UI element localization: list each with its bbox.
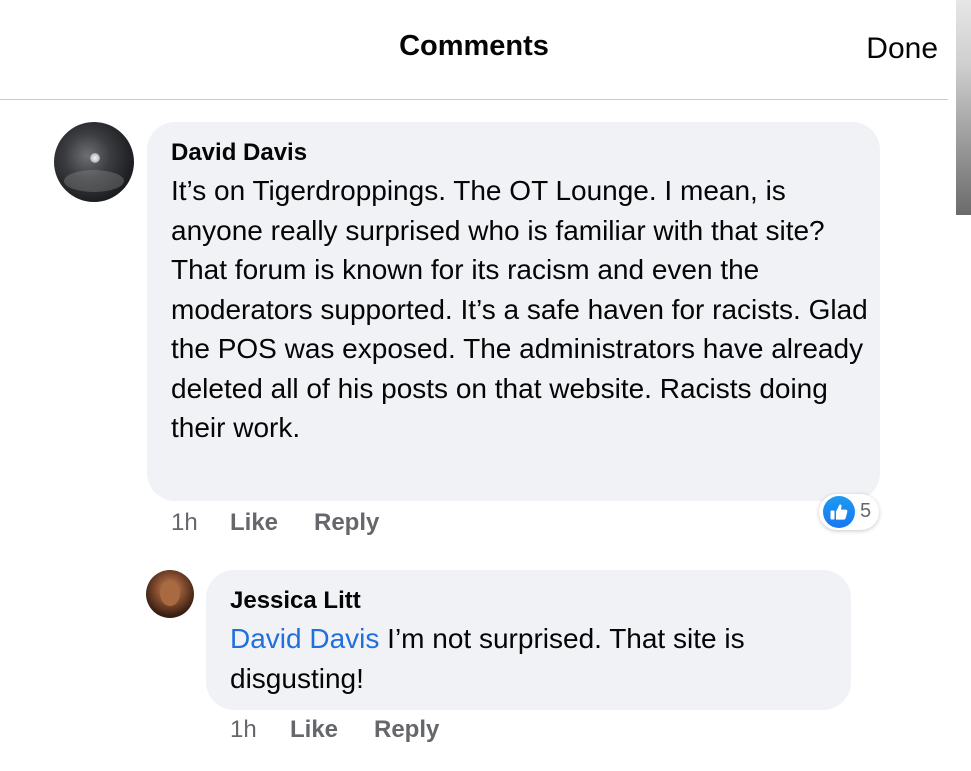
comment-timestamp: 1h: [230, 716, 257, 743]
comment-actions: 1h Like Reply: [171, 509, 471, 539]
mention-link[interactable]: David Davis: [230, 623, 379, 654]
avatar-face-shape: [160, 580, 180, 606]
comment-author[interactable]: Jessica Litt: [230, 587, 361, 615]
avatar-cloud-shape: [64, 170, 124, 192]
thumbs-up-icon: [823, 496, 855, 528]
comment-timestamp: 1h: [171, 509, 198, 536]
reply-button[interactable]: Reply: [314, 509, 379, 537]
reply-button[interactable]: Reply: [374, 716, 439, 744]
avatar[interactable]: [146, 570, 194, 618]
comment-text: David Davis I’m not surprised. That site…: [230, 619, 840, 698]
reaction-count: 5: [860, 500, 872, 522]
avatar-moon-shape: [90, 153, 100, 163]
comment-actions: 1h Like Reply: [230, 716, 530, 746]
comments-header: Comments Done: [0, 0, 948, 100]
background-page-edge: [948, 0, 971, 771]
page-title: Comments: [399, 30, 549, 62]
comment-author[interactable]: David Davis: [171, 139, 307, 167]
reaction-badge[interactable]: 5: [819, 494, 879, 530]
background-scroll-shadow: [956, 0, 971, 215]
like-button[interactable]: Like: [290, 716, 338, 744]
avatar[interactable]: [54, 122, 134, 202]
comment-text: It’s on Tigerdroppings. The OT Lounge. I…: [171, 175, 868, 443]
like-button[interactable]: Like: [230, 509, 278, 537]
done-button[interactable]: Done: [866, 32, 938, 66]
